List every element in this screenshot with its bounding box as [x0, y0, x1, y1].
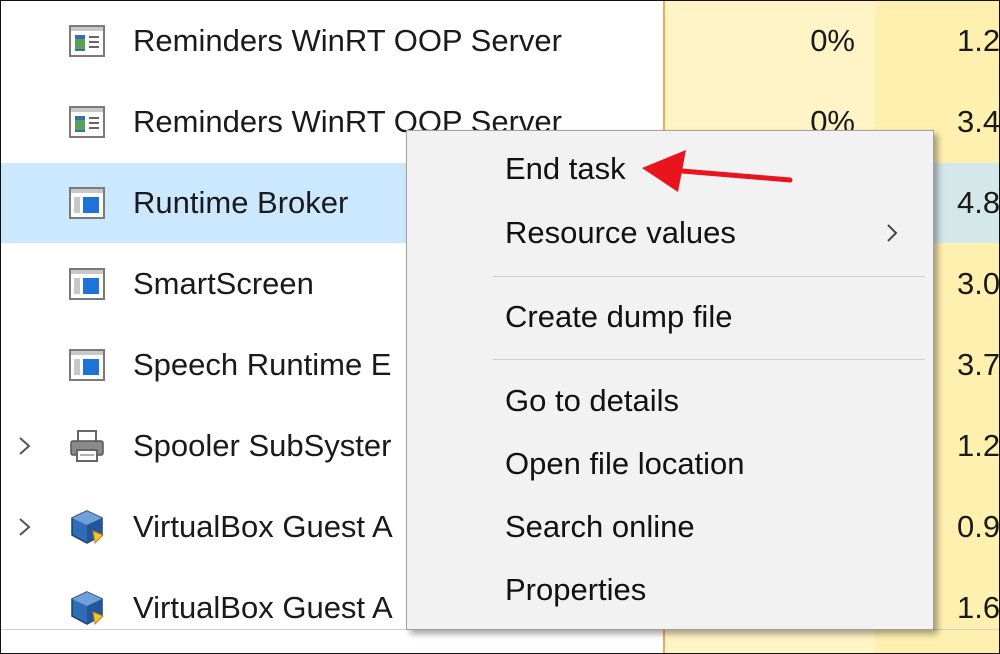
chevron-right-icon: [887, 224, 898, 242]
process-name: VirtualBox Guest A: [133, 590, 393, 625]
menu-separator: [493, 276, 925, 277]
process-memory: 1.2: [957, 23, 1000, 58]
menu-item-create-dump-file[interactable]: Create dump file: [407, 289, 933, 345]
menu-item-properties[interactable]: Properties: [407, 562, 933, 618]
menu-item-label: Properties: [505, 572, 647, 607]
service-window-icon: [69, 185, 105, 221]
process-memory: 3.4: [957, 104, 1000, 139]
process-cpu: 0%: [810, 23, 855, 58]
app-window-icon: [69, 104, 105, 140]
menu-item-go-to-details[interactable]: Go to details: [407, 373, 933, 429]
expand-chevron-icon[interactable]: [15, 434, 35, 458]
process-name: Reminders WinRT OOP Server: [133, 23, 562, 58]
process-memory: 4.8: [957, 185, 1000, 220]
menu-item-label: Create dump file: [505, 299, 733, 334]
menu-item-resource-values[interactable]: Resource values: [407, 205, 933, 261]
virtualbox-icon: [69, 509, 105, 545]
app-window-icon: [69, 23, 105, 59]
process-name: SmartScreen: [133, 266, 314, 301]
process-name: Speech Runtime E: [133, 347, 392, 382]
menu-item-label: Open file location: [505, 446, 745, 481]
menu-item-label: Go to details: [505, 383, 680, 418]
virtualbox-icon: [69, 590, 105, 626]
process-row[interactable]: Reminders WinRT OOP Server 0% 1.2: [1, 1, 1000, 81]
process-memory: 0.9: [957, 509, 1000, 544]
annotation-arrow-icon: [642, 150, 793, 192]
process-memory: 3.7: [957, 347, 1000, 382]
menu-item-label: Resource values: [505, 215, 736, 250]
menu-item-search-online[interactable]: Search online: [407, 499, 933, 555]
menu-separator: [493, 359, 925, 360]
menu-item-label: End task: [505, 151, 626, 186]
process-name: VirtualBox Guest A: [133, 509, 393, 544]
process-memory: 3.0: [957, 266, 1000, 301]
expand-chevron-icon[interactable]: [15, 515, 35, 539]
printer-icon: [69, 428, 105, 464]
process-name: Spooler SubSyster: [133, 428, 392, 463]
menu-item-label: Search online: [505, 509, 695, 544]
process-memory: 1.6: [957, 590, 1000, 625]
process-name: Runtime Broker: [133, 185, 349, 220]
process-memory: 1.2: [957, 428, 1000, 463]
service-window-icon: [69, 266, 105, 302]
context-menu: End task Resource values Create dump fil…: [406, 130, 934, 630]
menu-item-open-file-location[interactable]: Open file location: [407, 436, 933, 492]
service-window-icon: [69, 347, 105, 383]
